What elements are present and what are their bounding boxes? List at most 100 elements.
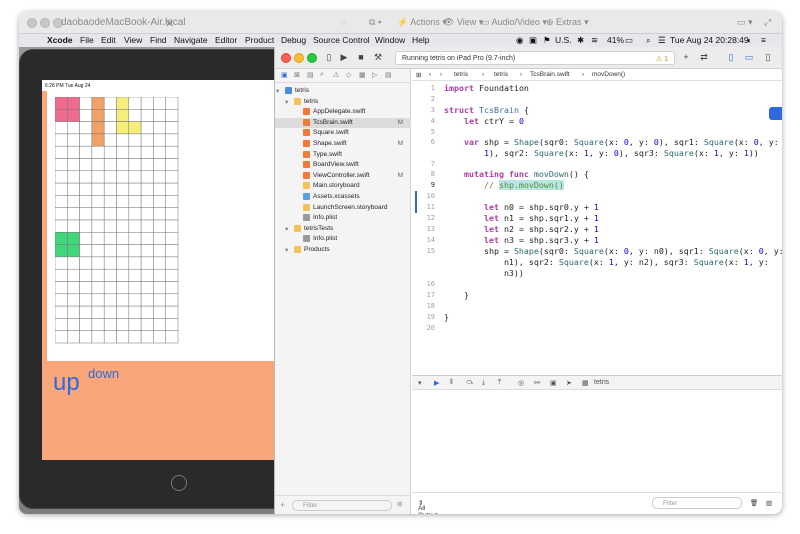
toggle-bottom-panel-icon[interactable]: ▭ (742, 51, 756, 64)
navigator-item[interactable]: LaunchScreen.storyboard (275, 203, 411, 213)
menu-xcode[interactable]: Xcode (47, 35, 73, 45)
copy-icon[interactable]: ⧉ ▾ (369, 17, 382, 28)
console-output[interactable] (412, 390, 782, 492)
minimize-button[interactable] (40, 18, 50, 28)
test-tab-icon[interactable]: ◇ (346, 71, 351, 79)
step-out-icon[interactable]: ⤒ (498, 379, 501, 387)
disclosure-icon[interactable]: ▾ (285, 98, 288, 106)
view-hierarchy-icon[interactable]: ◎ (518, 379, 524, 387)
navigator-item[interactable]: ▾ tetrisTests (275, 224, 411, 234)
navigator-item[interactable]: ▾ tetris (275, 86, 411, 96)
menu-navigate[interactable]: Navigate (174, 35, 208, 45)
close-x-icon[interactable]: ✕ (165, 17, 174, 30)
battery-icon[interactable]: ▭ (625, 35, 633, 46)
related-items-icon[interactable]: ⊞ (416, 71, 421, 79)
remote-control-side-tab[interactable] (769, 107, 782, 120)
toggle-inspector-icon[interactable]: ▯ (761, 51, 775, 64)
navigator-item[interactable]: ViewController.swift M (275, 171, 411, 181)
menu-debug[interactable]: Debug (281, 35, 306, 45)
view-menu[interactable]: 👁 View ▾ (443, 17, 483, 28)
menu-find[interactable]: Find (150, 35, 167, 45)
menu-window[interactable]: Window (375, 35, 405, 45)
navigator-filter-input[interactable]: Filter (292, 500, 392, 511)
battery-percent[interactable]: 41% (607, 35, 624, 45)
ipad-home-button[interactable] (171, 475, 187, 491)
forward-icon[interactable]: › (440, 71, 442, 78)
step-in-icon[interactable]: ⤓ (482, 379, 485, 387)
navigator-item[interactable]: ▾ tetris (275, 97, 411, 107)
navigator-item[interactable]: Type.swift (275, 150, 411, 160)
source-editor[interactable]: 1 2 3 4 5 6 7 8 9 10 11 12 13 14 15 16 17 18 19 20 import F… (412, 81, 782, 375)
warning-badge[interactable]: ⚠ 1 (656, 55, 668, 63)
disclosure-icon[interactable]: ▾ (276, 87, 279, 95)
stop-icon[interactable]: ■ (354, 51, 368, 64)
menu-product[interactable]: Product (245, 35, 274, 45)
filter-options-icon[interactable]: ⊠ (397, 500, 402, 508)
disclosure-icon[interactable]: ▾ (285, 225, 288, 233)
navigator-item[interactable]: Main.storyboard (275, 181, 411, 191)
navigator-item[interactable]: BoardView.swift (275, 160, 411, 170)
navigator-item[interactable]: Info.plist (275, 213, 411, 223)
xcode-minimize-button[interactable] (294, 53, 304, 63)
wifi-icon[interactable]: ≋ (591, 35, 598, 46)
siri-icon[interactable]: ◐ (747, 35, 752, 45)
status-record-icon[interactable]: ◉ (516, 35, 523, 46)
bluetooth-icon[interactable]: ✱ (577, 35, 584, 46)
breakpoints-toggle-icon[interactable]: ▶ (434, 379, 439, 387)
audio-video-menu[interactable]: ▭ Audio/Video ▾ (481, 17, 547, 28)
breadcrumb-symbol[interactable]: movDown() (592, 71, 625, 78)
down-button[interactable]: down (88, 366, 119, 381)
console-scope-select[interactable]: All Output ⇕ (418, 499, 438, 514)
trash-icon[interactable]: 🗑 (750, 499, 758, 507)
window-mode-icon[interactable]: ▭ ▾ (737, 17, 753, 28)
fullscreen-icon[interactable]: ⤢ (764, 17, 771, 28)
library-icon[interactable]: + (679, 51, 693, 64)
split-console-icon[interactable]: ▥ (766, 499, 772, 507)
extras-menu[interactable]: ⊕ Extras ▾ (546, 17, 589, 28)
breadcrumb-project[interactable]: tetris (454, 71, 468, 78)
close-button[interactable] (27, 18, 37, 28)
navigator-item[interactable]: ▾ Products (275, 245, 411, 255)
folder-tab-icon[interactable]: ▣ (281, 71, 288, 79)
run-icon[interactable]: ▶ (337, 51, 351, 64)
scheme-icon[interactable]: ⚒ (371, 51, 385, 64)
up-button[interactable]: up (53, 369, 80, 397)
flag-icon[interactable]: ⚑ (543, 35, 551, 46)
navigator-item[interactable]: Info.plist (275, 234, 411, 244)
xcode-close-button[interactable] (281, 53, 291, 63)
menu-file[interactable]: File (80, 35, 94, 45)
actions-menu[interactable]: ⚡ Actions ▾ (397, 17, 447, 28)
symbol-tab-icon[interactable]: ▤ (307, 71, 314, 79)
menu-help[interactable]: Help (412, 35, 429, 45)
source-control-tab-icon[interactable]: ⊠ (294, 71, 300, 79)
clock[interactable]: Tue Aug 24 20:28:49 (670, 35, 749, 45)
back-icon[interactable]: ‹ (429, 71, 431, 78)
environment-icon[interactable]: ▣ (550, 379, 557, 387)
code-review-icon[interactable]: ⇄ (697, 51, 711, 64)
memory-graph-icon[interactable]: ⚯ (534, 379, 540, 387)
breakpoint-tab-icon[interactable]: ▷ (372, 71, 377, 79)
navigator-item[interactable]: Square.swift (275, 128, 411, 138)
spotlight-icon[interactable]: ⌕ (646, 35, 651, 46)
console-filter-input[interactable]: Filter (652, 497, 742, 509)
navigator-item[interactable]: TcsBrain.swift M (275, 117, 411, 128)
report-tab-icon[interactable]: ▤ (385, 71, 392, 79)
menu-view[interactable]: View (124, 35, 142, 45)
breadcrumb-file[interactable]: TcsBrain.swift (530, 71, 570, 78)
toggle-left-panel-icon[interactable]: ▯ (724, 51, 738, 64)
issue-tab-icon[interactable]: ⚠ (333, 71, 339, 79)
control-center-icon[interactable]: ☰ (658, 35, 666, 46)
xcode-zoom-button[interactable] (307, 53, 317, 63)
step-over-icon[interactable]: ⤼ (466, 379, 473, 387)
disclosure-icon[interactable]: ▾ (285, 246, 288, 254)
navigator-item[interactable]: Assets.xcassets (275, 192, 411, 202)
hide-debug-icon[interactable]: ▾ (418, 379, 422, 387)
status-remote-icon[interactable]: ▣ (529, 35, 537, 46)
menu-source-control[interactable]: Source Control (313, 35, 370, 45)
pause-icon[interactable]: ‖ (450, 379, 453, 386)
notification-icon[interactable]: ≡ (761, 35, 766, 45)
location-icon[interactable]: ➤ (566, 379, 572, 387)
menu-edit[interactable]: Edit (101, 35, 116, 45)
navigator-item[interactable]: Shape.swift M (275, 139, 411, 149)
menu-editor[interactable]: Editor (215, 35, 237, 45)
